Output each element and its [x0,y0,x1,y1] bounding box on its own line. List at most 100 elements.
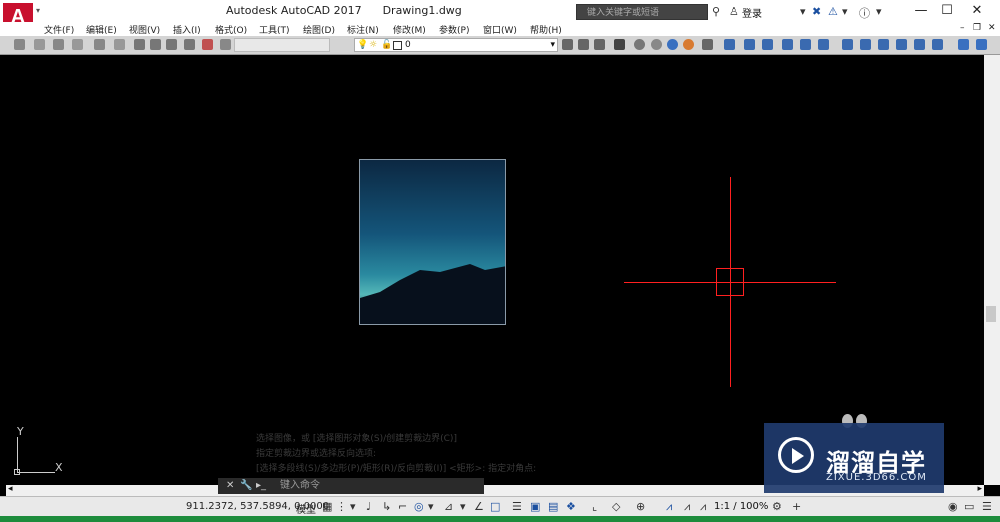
menu-dimension[interactable]: 标注(N) [347,23,379,36]
dim-arc-icon[interactable] [762,39,773,50]
a360-icon[interactable]: ⚠ [828,5,838,18]
vertical-scroll-thumb[interactable] [986,306,996,322]
dim-tolerance-icon[interactable] [932,39,943,50]
close-command-icon[interactable]: ✕ [226,478,234,494]
vertical-scrollbar[interactable] [984,55,1000,485]
infer-constraints-icon[interactable]: ♩ [366,500,371,513]
menu-draw[interactable]: 绘图(D) [303,23,335,36]
close-button[interactable]: ✕ [954,0,1000,22]
layer-state-icon[interactable] [34,39,45,50]
make-current-icon[interactable] [562,39,573,50]
dim-continue-icon[interactable] [878,39,889,50]
materials-icon[interactable] [667,39,678,50]
layer-dropdown[interactable]: 💡 ☼ 🔓 0 ▾ [354,38,558,52]
layer-unisolate-icon[interactable] [114,39,125,50]
dim-break-icon[interactable] [914,39,925,50]
layer-match-icon[interactable] [72,39,83,50]
object-snap-tracking-icon[interactable]: ∠ [474,500,484,513]
scroll-left-icon[interactable]: ◂ [8,484,13,494]
dropdown-icon[interactable]: ▾ [800,5,806,18]
raster-image[interactable] [359,159,506,325]
menu-format[interactable]: 格式(O) [215,23,247,36]
dim-space-icon[interactable] [896,39,907,50]
gizmo-icon[interactable]: ⊕ [636,500,645,513]
dim-ordinate-icon[interactable] [782,39,793,50]
dynamic-input-icon[interactable]: ↳ [382,500,391,513]
3d-osnap-icon[interactable]: ❖ [566,500,576,513]
model-space-button[interactable]: 模型 [296,501,316,516]
layer-states-icon[interactable] [594,39,605,50]
annotation-scale-icon[interactable]: ⩘ [700,500,706,514]
layer-walk-icon[interactable] [202,39,213,50]
customization-icon[interactable]: ☰ [982,500,992,513]
hardware-acceleration-icon[interactable]: ◉ [948,500,958,513]
help-icon[interactable]: ⓘ [859,5,870,21]
snap-dropdown-icon[interactable]: ▾ [350,500,356,513]
layer-lock-icon[interactable] [166,39,177,50]
quick-access-dropdown-icon[interactable]: ▾ [36,6,46,16]
isodraft-icon[interactable]: ⊿ [444,500,453,513]
annotation-scale-readout[interactable]: 1:1 / 100% [714,501,768,512]
layer-freeze-icon[interactable] [134,39,145,50]
menu-parametric[interactable]: 参数(P) [439,23,469,36]
shading-icon[interactable] [634,39,645,50]
command-line[interactable]: ✕ 🔧 ▸_ 键入命令 [218,478,484,494]
menu-window[interactable]: 窗口(W) [483,23,517,36]
menu-edit[interactable]: 编辑(E) [86,23,117,36]
polar-tracking-icon[interactable]: ◎ [414,500,424,513]
menu-modify[interactable]: 修改(M) [393,23,426,36]
annotation-monitor-icon[interactable]: + [792,500,801,513]
sun-properties-icon[interactable] [702,39,713,50]
exchange-apps-icon[interactable]: ✖ [812,5,821,18]
grid-icon[interactable]: ▦ [322,500,332,513]
clean-screen-icon[interactable]: ▭ [964,500,974,513]
annotation-visibility-icon[interactable]: ⩘ [666,500,672,514]
layer-previous-icon[interactable] [53,39,64,50]
layer-merge-icon[interactable] [220,39,231,50]
isodraft-dropdown-icon[interactable]: ▾ [460,500,466,513]
menu-tools[interactable]: 工具(T) [259,23,290,36]
dim-inspect-icon[interactable] [976,39,987,50]
lights-icon[interactable] [683,39,694,50]
doc-restore-icon[interactable]: ❐ [973,23,981,33]
object-snap-icon[interactable]: □ [490,500,500,513]
layer-properties-icon[interactable] [14,39,25,50]
doc-close-icon[interactable]: ✕ [988,23,996,33]
dim-linear-icon[interactable] [724,39,735,50]
workspace-gear-icon[interactable]: ⚙ [772,500,782,513]
layer-previous-2-icon[interactable] [578,39,589,50]
recent-commands-icon[interactable]: ▸_ [256,478,266,494]
search-input[interactable]: 键入关键字或短语 [576,4,708,20]
sign-in-link[interactable]: 登录 [742,5,762,20]
polar-dropdown-icon[interactable]: ▾ [428,500,434,513]
dim-center-icon[interactable] [958,39,969,50]
auto-scale-icon[interactable]: ⩘ [684,500,690,514]
dim-diameter-icon[interactable] [818,39,829,50]
transparency-icon[interactable]: ▣ [530,500,540,513]
ortho-icon[interactable]: ⌐ [398,500,407,513]
selection-filter-icon[interactable]: ◇ [612,500,620,513]
doc-minimize-icon[interactable]: – [960,23,965,33]
visual-style-icon[interactable] [651,39,662,50]
dim-aligned-icon[interactable] [744,39,755,50]
layer-unlock-icon[interactable] [184,39,195,50]
layer-off-icon[interactable] [150,39,161,50]
render-icon[interactable] [614,39,625,50]
dim-radius-icon[interactable] [800,39,811,50]
binoculars-icon[interactable]: ⚲ [712,5,720,18]
scroll-right-icon[interactable]: ▸ [977,484,982,494]
dynamic-ucs-icon[interactable]: ⌞ [592,500,597,513]
snap-icon[interactable]: ⋮ [336,500,347,513]
layer-filter-field[interactable] [234,38,330,52]
lineweight-icon[interactable]: ☰ [512,500,522,513]
command-input[interactable]: 键入命令 [280,478,320,494]
dropdown-icon-2[interactable]: ▾ [842,5,848,18]
wrench-icon[interactable]: 🔧 [240,478,252,494]
menu-help[interactable]: 帮助(H) [530,23,562,36]
user-icon[interactable]: ♙ [729,5,739,18]
help-dropdown-icon[interactable]: ▾ [876,5,882,18]
dim-angular-icon[interactable] [842,39,853,50]
layer-isolate-icon[interactable] [94,39,105,50]
selection-cycling-icon[interactable]: ▤ [548,500,558,513]
menu-insert[interactable]: 插入(I) [173,23,201,36]
